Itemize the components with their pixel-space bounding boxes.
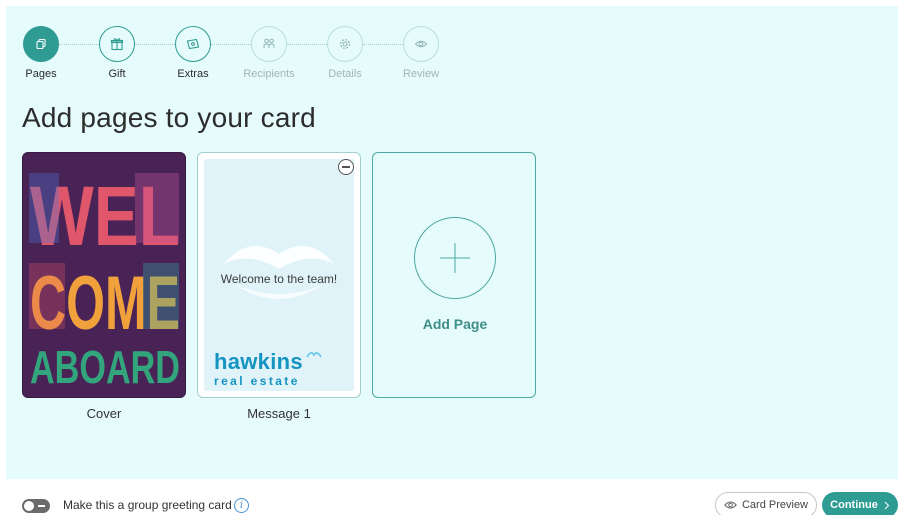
message-text: Welcome to the team! bbox=[220, 272, 338, 286]
group-card-label: Make this a group greeting card bbox=[63, 498, 232, 512]
people-icon bbox=[251, 26, 287, 62]
add-page-label: Add Page bbox=[422, 316, 488, 332]
pages-icon bbox=[23, 26, 59, 62]
step-extras[interactable]: Extras bbox=[163, 26, 223, 80]
message-page-preview: Welcome to the team! hawkins real estate bbox=[204, 159, 354, 391]
cover-art-line-3: ABOARD bbox=[30, 341, 180, 393]
gift-icon bbox=[99, 26, 135, 62]
group-card-toggle[interactable] bbox=[22, 499, 50, 513]
toggle-knob bbox=[24, 501, 34, 511]
hawkins-logo: hawkins bbox=[214, 349, 303, 374]
add-page-card[interactable]: Add Page bbox=[372, 152, 536, 398]
add-page-circle[interactable] bbox=[414, 217, 496, 299]
plus-icon bbox=[440, 243, 470, 273]
message-card[interactable]: Welcome to the team! hawkins real estate bbox=[197, 152, 361, 398]
continue-button[interactable]: Continue bbox=[822, 492, 898, 515]
ticket-icon bbox=[175, 26, 211, 62]
welcome-aboard-artwork: WEL COME ABOARD bbox=[29, 169, 180, 393]
step-label: Gift bbox=[108, 68, 126, 80]
toggle-off-icon bbox=[38, 505, 45, 507]
step-label: Review bbox=[402, 68, 440, 80]
step-recipients[interactable]: Recipients bbox=[239, 26, 299, 80]
page-title: Add pages to your card bbox=[22, 102, 316, 133]
step-label: Extras bbox=[177, 68, 209, 80]
eye-icon bbox=[403, 26, 439, 62]
step-label: Details bbox=[328, 68, 362, 80]
minus-icon bbox=[342, 166, 350, 168]
cover-caption: Cover bbox=[86, 406, 122, 421]
step-label: Pages bbox=[25, 68, 57, 80]
remove-page-button[interactable] bbox=[338, 159, 354, 175]
step-details[interactable]: Details bbox=[315, 26, 375, 80]
step-label: Recipients bbox=[243, 68, 295, 80]
logo-tagline: real estate bbox=[214, 374, 300, 388]
info-icon[interactable]: i bbox=[234, 498, 249, 513]
step-pages[interactable]: Pages bbox=[11, 26, 71, 80]
message-caption: Message 1 bbox=[247, 406, 311, 421]
card-preview-button[interactable]: Card Preview bbox=[715, 492, 817, 515]
gear-icon bbox=[327, 26, 363, 62]
bird-logo-icon bbox=[306, 352, 322, 358]
continue-label: Continue bbox=[830, 499, 878, 511]
card-preview-label: Card Preview bbox=[741, 499, 809, 511]
step-gift[interactable]: Gift bbox=[87, 26, 147, 80]
card-builder-page: Pages Gift Extras Recipients Details Rev… bbox=[0, 0, 898, 515]
eye-icon bbox=[724, 501, 737, 509]
step-review[interactable]: Review bbox=[391, 26, 451, 80]
cover-card[interactable]: WEL COME ABOARD bbox=[22, 152, 186, 398]
wave-watermark bbox=[224, 246, 334, 299]
chevron-right-icon bbox=[884, 501, 890, 509]
